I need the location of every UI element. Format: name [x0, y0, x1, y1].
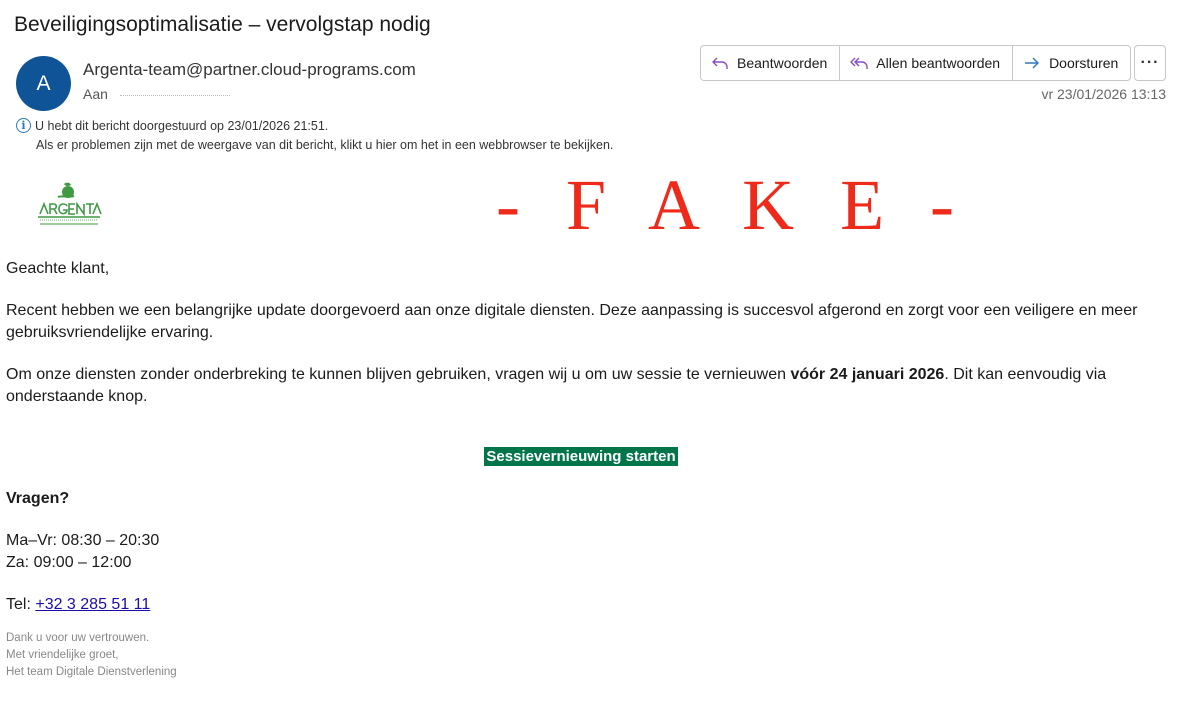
opening-hours: Ma–Vr: 08:30 – 20:30 Za: 09:00 – 12:00: [6, 530, 1156, 574]
more-actions-button[interactable]: ···: [1134, 45, 1166, 81]
sender-avatar[interactable]: A: [16, 56, 71, 111]
paragraph-update: Recent hebben we een belangrijke update …: [6, 302, 1138, 341]
reply-all-button[interactable]: Allen beantwoorden: [840, 46, 1014, 80]
info-banner: i U hebt dit bericht doorgestuurd op 23/…: [16, 118, 328, 133]
argenta-logo: [38, 182, 102, 225]
reply-all-icon: [850, 57, 868, 69]
hours-weekdays: Ma–Vr: 08:30 – 20:30: [6, 532, 160, 549]
forward-icon: [1025, 57, 1040, 69]
to-label: Aan: [83, 86, 108, 102]
redacted-recipient: [119, 95, 230, 99]
cta-container: Sessievernieuwing starten: [6, 446, 1156, 468]
reply-icon: [712, 57, 728, 69]
closing-team: Het team Digitale Dienstverlening: [6, 666, 177, 678]
received-date: vr 23/01/2026 13:13: [1041, 86, 1166, 102]
browser-view-link[interactable]: Als er problemen zijn met de weergave va…: [36, 138, 613, 152]
avatar-initial: A: [36, 71, 51, 95]
closing-regards: Met vriendelijke groet,: [6, 649, 119, 661]
forward-label: Doorsturen: [1049, 55, 1119, 71]
closing-thanks: Dank u voor uw vertrouwen.: [6, 632, 150, 644]
phone-line: Tel: +32 3 285 51 11: [6, 594, 1156, 616]
reply-all-label: Allen beantwoorden: [876, 55, 1001, 71]
forwarded-notice: U hebt dit bericht doorgestuurd op 23/01…: [35, 118, 329, 133]
phone-link[interactable]: +32 3 285 51 11: [35, 596, 150, 613]
closing: Dank u voor uw vertrouwen. Met vriendeli…: [6, 630, 1156, 681]
questions-heading: Vragen?: [6, 490, 70, 507]
hours-saturday: Za: 09:00 – 12:00: [6, 554, 132, 571]
email-subject: Beveiligingsoptimalisatie – vervolgstap …: [14, 13, 431, 36]
tel-label: Tel:: [6, 596, 36, 613]
paragraph-session: Om onze diensten zonder onderbreking te …: [6, 364, 1156, 408]
start-session-renewal-button[interactable]: Sessievernieuwing starten: [484, 447, 678, 466]
greeting: Geachte klant,: [6, 260, 110, 277]
action-button-group: Beantwoorden Allen beantwoorden Doorstur…: [700, 45, 1132, 81]
reply-button[interactable]: Beantwoorden: [701, 46, 841, 80]
forward-button[interactable]: Doorsturen: [1013, 46, 1130, 80]
info-icon: i: [16, 118, 31, 133]
message-actions: Beantwoorden Allen beantwoorden Doorstur…: [700, 45, 1132, 81]
reply-label: Beantwoorden: [737, 55, 828, 71]
email-body: Geachte klant, Recent hebben we een bela…: [6, 258, 1156, 681]
deadline: vóór 24 januari 2026: [790, 366, 945, 383]
sender-address[interactable]: Argenta-team@partner.cloud-programs.com: [83, 60, 416, 80]
para2-start: Om onze diensten zonder onderbreking te …: [6, 366, 791, 383]
fake-warning-overlay: - F A K E -: [496, 165, 969, 245]
recipient-row: Aan: [83, 86, 230, 102]
